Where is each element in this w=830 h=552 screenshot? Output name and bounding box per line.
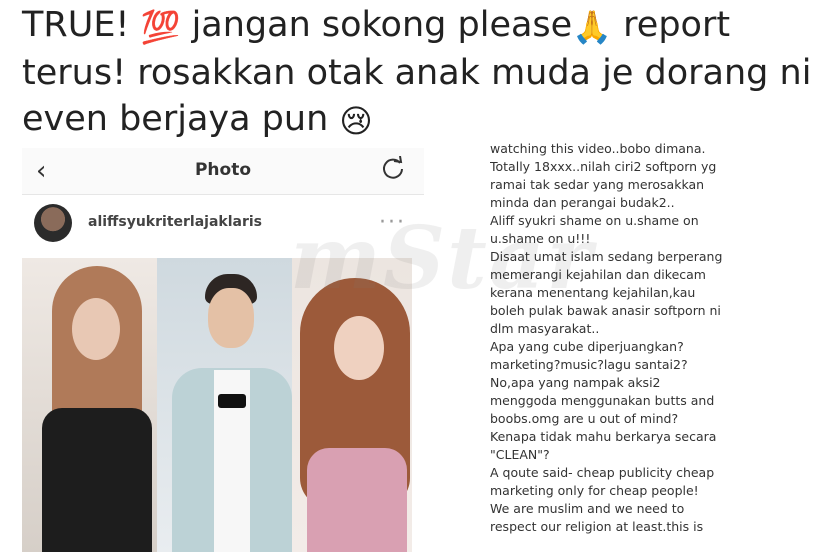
comment-line: boobs.omg are u out of mind? [490,411,679,426]
hundred-points-emoji-icon: 💯 [140,8,181,46]
comment-line: Totally 18xxx..nilah ciri2 softporn yg [490,159,717,174]
post-title: Photo [194,160,252,180]
refresh-icon[interactable] [380,156,406,182]
headline-text: report [612,5,731,45]
person-left-dress [42,408,152,552]
comment-line: We are muslim and we need to [490,501,685,516]
comment-line: No,apa yang nampak aksi2 [490,375,661,390]
avatar[interactable] [34,204,72,242]
comment-line: Apa yang cube diperjuangkan? [490,339,684,354]
comment-line: Kenapa tidak mahu berkarya secara [490,429,717,444]
comment-line: marketing only for cheap people! [490,483,699,498]
comment-line: kerana menentang kejahilan,kau [490,285,696,300]
comment-line: ramai tak sedar yang merosakkan [490,177,705,192]
comment-line: memerangi kejahilan dan dikecam [490,267,706,282]
comment-line: Aliff syukri shame on u.shame on [490,213,699,228]
headline-line-3: even berjaya pun 😢 [22,96,822,144]
headline-text: jangan sokong please [180,5,573,45]
comment-line: boleh pulak bawak anasir softporn ni [490,303,721,318]
tweet-headline: TRUE! 💯 jangan sokong please🙏 report ter… [22,2,822,144]
headline-text: even berjaya pun [22,99,340,139]
comment-line: A qoute said- cheap publicity cheap [490,465,715,480]
post-author-row: aliffsyukriterlajaklaris ··· [22,204,424,244]
comment-line: minda dan perangai budak2.. [490,195,675,210]
more-options-icon[interactable]: ··· [379,210,406,235]
post-photo [22,258,412,552]
comment-line: "CLEAN"? [490,447,550,462]
person-middle-face [208,288,254,348]
comment-line: Disaat umat islam sedang berperang [490,249,723,264]
username[interactable]: aliffsyukriterlajaklaris [88,214,262,230]
instagram-post-screenshot: ‹ Photo aliffsyukriterlajaklaris ··· [22,148,424,552]
headline-text: TRUE! [22,5,141,45]
person-left-face [72,298,120,360]
headline-line-2: terus! rosakkan otak anak muda je dorang… [22,53,812,93]
comment-line: marketing?music?lagu santai2? [490,357,688,372]
comment-text-block: watching this video..bobo dimana. Totall… [490,140,810,552]
comment-line: u.shame on u!!! [490,231,591,246]
comment-line: dlm masyarakat.. [490,321,600,336]
person-right-dress [307,448,407,552]
comment-line: respect our religion at least.this is [490,519,704,534]
headline-line-1: TRUE! 💯 jangan sokong please🙏 report [22,2,822,50]
praying-hands-emoji-icon: 🙏 [572,8,613,46]
crying-face-emoji-icon: 😢 [339,102,373,140]
comment-line: watching this video..bobo dimana. [490,141,706,156]
comment-line: menggoda menggunakan butts and [490,393,715,408]
person-right-face [334,316,384,380]
person-middle-bowtie [218,394,246,408]
post-header-bar: ‹ Photo [22,148,424,195]
